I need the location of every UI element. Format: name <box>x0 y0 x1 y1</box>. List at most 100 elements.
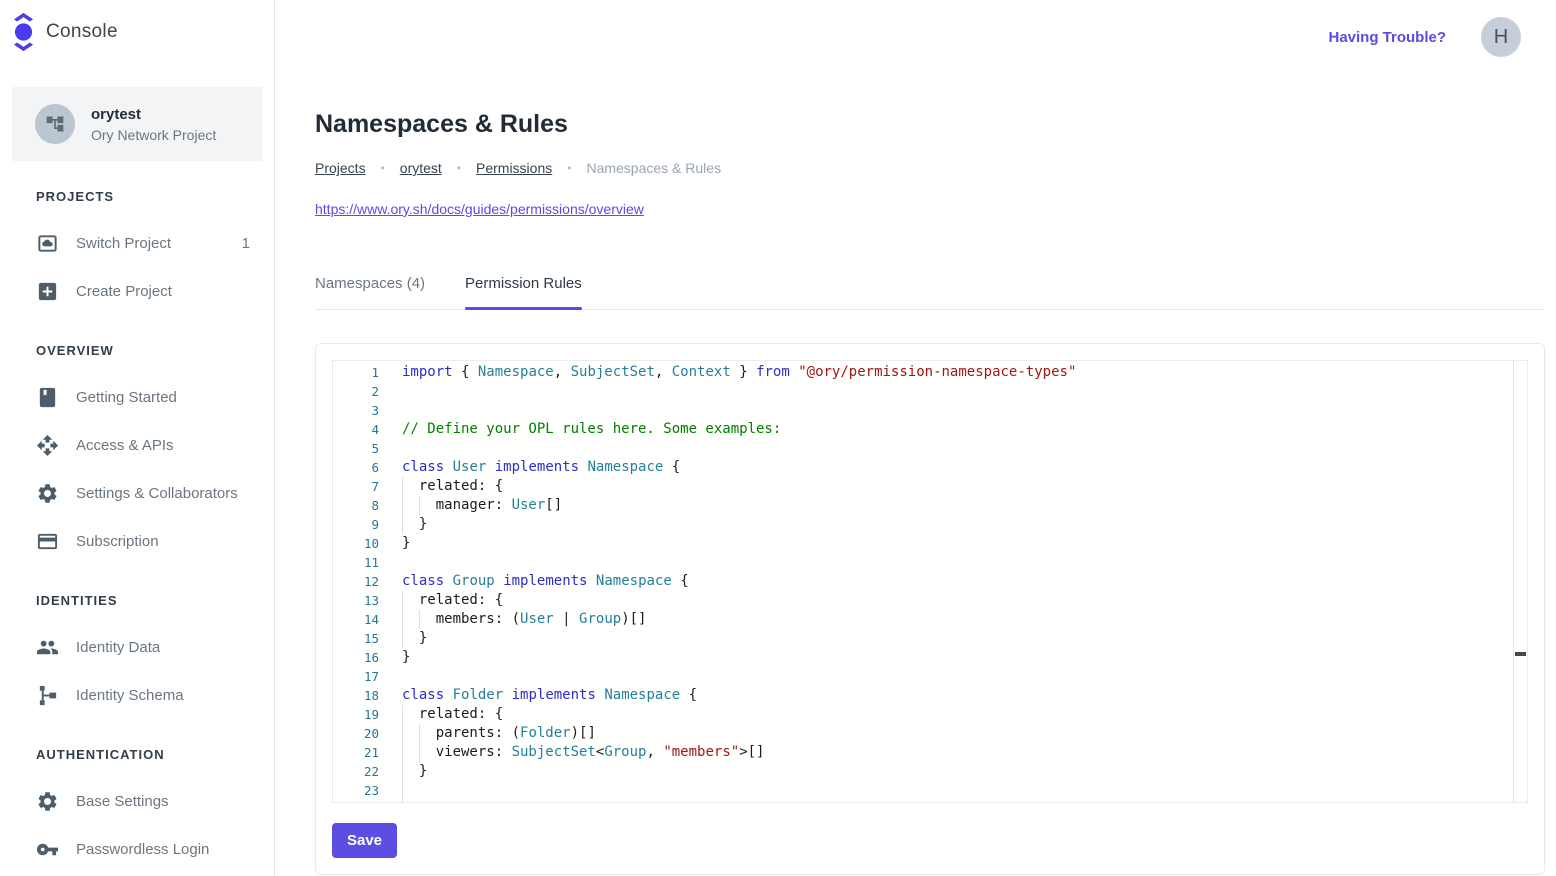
code-line: class User implements Namespace { <box>402 458 1527 477</box>
code-line: viewers: SubjectSet<Group, "members">[] <box>402 743 1527 762</box>
code-line <box>402 439 1527 458</box>
project-avatar <box>35 104 75 144</box>
sidebar-nav: PROJECTSSwitch Project1Create ProjectOVE… <box>0 189 274 873</box>
code-line: class Group implements Namespace { <box>402 572 1527 591</box>
overview-ruler[interactable] <box>1513 361 1527 802</box>
sidebar-item-badge: 1 <box>242 235 250 252</box>
line-number: 22 <box>333 762 379 781</box>
code-line: } <box>402 534 1527 553</box>
create-project-icon <box>36 280 59 303</box>
ruler-cursor-mark <box>1515 652 1526 656</box>
sidebar-item-switch-project[interactable]: Switch Project1 <box>0 219 274 267</box>
code-row: 15 } <box>333 629 1527 648</box>
sidebar-item-identity-schema[interactable]: Identity Schema <box>0 671 274 719</box>
indent-guide <box>402 800 403 803</box>
line-number: 8 <box>333 496 379 515</box>
sidebar-item-access-apis[interactable]: Access & APIs <box>0 421 274 469</box>
indent-guide <box>402 724 403 743</box>
project-selector[interactable]: orytest Ory Network Project <box>12 87 262 161</box>
breadcrumb-separator: • <box>457 160 461 177</box>
indent-guide <box>402 477 403 496</box>
indent-guide <box>402 781 403 800</box>
indent-guide <box>419 496 420 515</box>
code-line: members: (User | Group)[] <box>402 610 1527 629</box>
line-number: 21 <box>333 743 379 762</box>
line-number: 23 <box>333 781 379 800</box>
getting-started-icon <box>36 386 59 409</box>
page-title: Namespaces & Rules <box>315 108 1545 140</box>
code-line <box>402 401 1527 420</box>
tab-namespaces-4-[interactable]: Namespaces (4) <box>315 275 425 309</box>
line-number: 16 <box>333 648 379 667</box>
code-line <box>402 382 1527 401</box>
sidebar-item-getting-started[interactable]: Getting Started <box>0 373 274 421</box>
code-line: } <box>402 629 1527 648</box>
code-line: } <box>402 648 1527 667</box>
code-line <box>402 667 1527 686</box>
indent-guide <box>402 762 403 781</box>
line-number: 12 <box>333 572 379 591</box>
code-row: 12 class Group implements Namespace { <box>333 572 1527 591</box>
line-number: 1 <box>333 363 379 382</box>
line-number: 7 <box>333 477 379 496</box>
save-button[interactable]: Save <box>332 823 397 858</box>
code-row: 17 <box>333 667 1527 686</box>
code-line: related: { <box>402 591 1527 610</box>
sidebar-item-identity-data[interactable]: Identity Data <box>0 623 274 671</box>
sidebar-item-base-settings[interactable]: Base Settings <box>0 777 274 825</box>
breadcrumb-link-permissions[interactable]: Permissions <box>476 160 552 177</box>
code-line: class Folder implements Namespace { <box>402 686 1527 705</box>
line-number: 14 <box>333 610 379 629</box>
breadcrumb-link-projects[interactable]: Projects <box>315 160 366 177</box>
docs-link[interactable]: https://www.ory.sh/docs/guides/permissio… <box>315 201 644 218</box>
sidebar-item-label: Access & APIs <box>76 437 174 454</box>
section-title-overview: OVERVIEW <box>36 343 274 359</box>
line-number: 19 <box>333 705 379 724</box>
code-row: 3 <box>333 401 1527 420</box>
sidebar-item-label: Getting Started <box>76 389 177 406</box>
tabs: Namespaces (4) Permission Rules <box>315 275 1545 310</box>
code-row: 11 <box>333 553 1527 572</box>
sidebar-item-settings-collaborators[interactable]: Settings & Collaborators <box>0 469 274 517</box>
sidebar-item-subscription[interactable]: Subscription <box>0 517 274 565</box>
code-line: import { Namespace, SubjectSet, Context … <box>402 363 1527 382</box>
code-row: 14 members: (User | Group)[] <box>333 610 1527 629</box>
sidebar-item-create-project[interactable]: Create Project <box>0 267 274 315</box>
indent-guide <box>402 610 403 629</box>
avatar-initial: H <box>1494 26 1508 49</box>
breadcrumb-separator: • <box>381 160 385 177</box>
code-row: 10} <box>333 534 1527 553</box>
code-row: 1 import { Namespace, SubjectSet, Context… <box>333 363 1527 382</box>
line-number: 24 <box>333 800 379 803</box>
line-number: 11 <box>333 553 379 572</box>
line-number: 20 <box>333 724 379 743</box>
indent-guide <box>402 515 403 534</box>
code-row: 9 } <box>333 515 1527 534</box>
app-logo[interactable]: Console <box>0 0 274 52</box>
sidebar-item-passwordless-login[interactable]: Passwordless Login <box>0 825 274 873</box>
user-avatar[interactable]: H <box>1481 17 1521 57</box>
indent-guide <box>402 591 403 610</box>
code-line: manager: User[] <box>402 496 1527 515</box>
identity-data-icon <box>36 636 59 659</box>
indent-guide <box>402 496 403 515</box>
having-trouble-link[interactable]: Having Trouble? <box>1328 29 1446 46</box>
code-row: 21 viewers: SubjectSet<Group, "members">… <box>333 743 1527 762</box>
line-number: 9 <box>333 515 379 534</box>
base-settings-icon <box>36 790 59 813</box>
line-number: 18 <box>333 686 379 705</box>
sidebar-item-label: Create Project <box>76 283 172 300</box>
main-content: Having Trouble? H Namespaces & Rules Pro… <box>275 0 1556 876</box>
code-row: 16} <box>333 648 1527 667</box>
breadcrumb-current-namespaces-rules: Namespaces & Rules <box>586 160 721 177</box>
code-editor[interactable]: 1 import { Namespace, SubjectSet, Context… <box>332 360 1528 803</box>
breadcrumb-link-orytest[interactable]: orytest <box>400 160 442 177</box>
tab-permission-rules[interactable]: Permission Rules <box>465 275 582 309</box>
code-row: 7 related: { <box>333 477 1527 496</box>
indent-guide <box>402 705 403 724</box>
identity-schema-icon <box>36 684 59 707</box>
topbar: Having Trouble? H <box>315 0 1545 74</box>
line-number: 2 <box>333 382 379 401</box>
code-row: 4// Define your OPL rules here. Some exa… <box>333 420 1527 439</box>
code-row: 24 permits = { <box>333 800 1527 803</box>
